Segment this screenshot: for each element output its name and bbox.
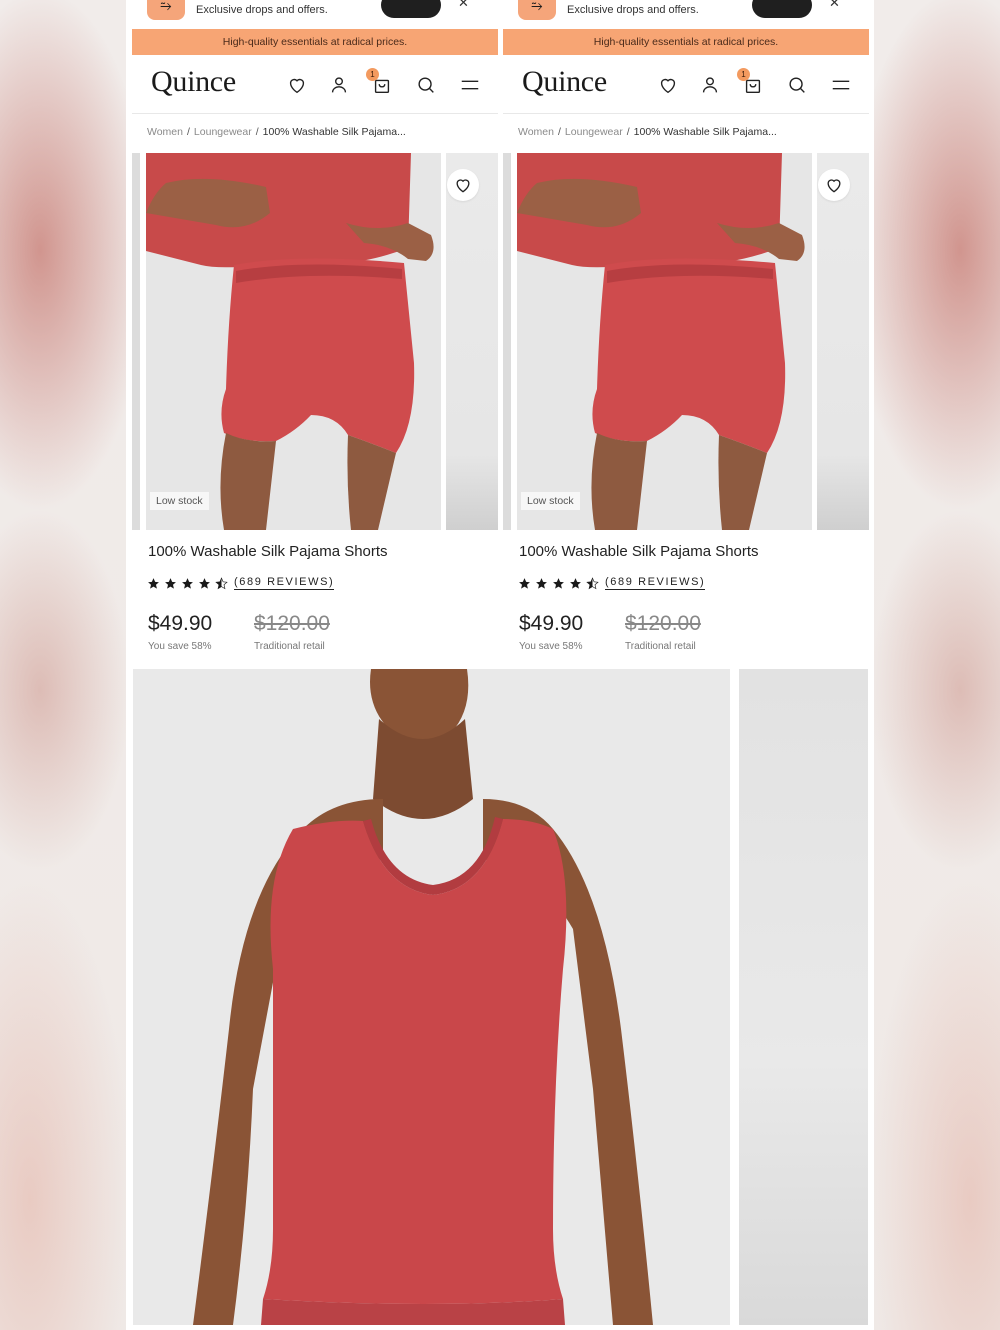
retail-price: $120.00 <box>254 612 330 635</box>
cart-count-badge: 1 <box>366 68 379 81</box>
star-icon <box>182 577 193 589</box>
product-image[interactable] <box>146 153 441 530</box>
breadcrumb-women[interactable]: Women <box>147 126 183 138</box>
star-icon <box>165 577 176 589</box>
star-icon <box>536 577 547 589</box>
app-banner: ⥲ Exclusive drops and offers. ✕ <box>132 0 498 28</box>
promo-bar: High-quality essentials at radical price… <box>503 29 869 55</box>
half-star-icon <box>215 576 228 589</box>
promo-bar: High-quality essentials at radical price… <box>132 29 498 55</box>
savings-text: You save 58% <box>519 641 583 652</box>
star-icon <box>148 577 159 589</box>
brand-logo[interactable]: Quince <box>522 65 607 99</box>
retail-label: Traditional retail <box>254 641 325 652</box>
wishlist-button[interactable] <box>447 169 479 201</box>
product-image-large[interactable] <box>133 669 730 1325</box>
product-image[interactable] <box>517 153 812 530</box>
product-rating: (689 REVIEWS) <box>518 576 706 590</box>
low-stock-badge: Low stock <box>150 492 209 510</box>
next-image-peek[interactable] <box>739 669 868 1325</box>
open-app-button[interactable] <box>752 0 812 18</box>
app-logo-icon: ⥲ <box>147 0 185 20</box>
wishlist-button[interactable] <box>818 169 850 201</box>
star-rating <box>147 576 228 590</box>
star-icon <box>570 577 581 589</box>
sale-price: $49.90 <box>519 612 584 635</box>
close-icon[interactable]: ✕ <box>458 0 469 11</box>
app-banner-text: Exclusive drops and offers. <box>196 4 328 16</box>
previous-image-peek[interactable] <box>503 153 511 530</box>
previous-image-peek[interactable] <box>132 153 140 530</box>
screenshot-frame: ⥲ Exclusive drops and offers. ✕ High-qua… <box>126 0 874 1330</box>
star-rating <box>518 576 599 590</box>
reviews-link[interactable]: (689 REVIEWS) <box>605 576 706 590</box>
breadcrumb: Women / Loungewear/100% Washable Silk Paja… <box>518 126 777 138</box>
account-icon[interactable] <box>699 74 721 96</box>
breadcrumb-current: 100% Washable Silk Pajama... <box>262 126 406 138</box>
breadcrumb-current: 100% Washable Silk Pajama... <box>633 126 777 138</box>
account-icon[interactable] <box>328 74 350 96</box>
star-icon <box>199 577 210 589</box>
low-stock-badge: Low stock <box>521 492 580 510</box>
star-icon <box>553 577 564 589</box>
menu-icon[interactable] <box>459 74 481 96</box>
heart-icon[interactable] <box>286 74 308 96</box>
retail-label: Traditional retail <box>625 641 696 652</box>
star-icon <box>519 577 530 589</box>
breadcrumb: Women / Loungewear/100% Washable Silk Paja… <box>147 126 406 138</box>
menu-icon[interactable] <box>830 74 852 96</box>
breadcrumb-loungewear[interactable]: Loungewear <box>565 126 623 138</box>
sale-price: $49.90 <box>148 612 213 635</box>
brand-logo[interactable]: Quince <box>151 65 236 99</box>
heart-icon[interactable] <box>657 74 679 96</box>
breadcrumb-loungewear[interactable]: Loungewear <box>194 126 252 138</box>
site-header: Quince 1 <box>503 56 869 114</box>
next-image-peek[interactable] <box>446 153 498 530</box>
app-banner: ⥲ Exclusive drops and offers. ✕ <box>503 0 869 28</box>
cart-count-badge: 1 <box>737 68 750 81</box>
close-icon[interactable]: ✕ <box>829 0 840 11</box>
breadcrumb-women[interactable]: Women <box>518 126 554 138</box>
search-icon[interactable] <box>786 74 808 96</box>
product-rating: (689 REVIEWS) <box>147 576 335 590</box>
product-view-left: ⥲ Exclusive drops and offers. ✕ High-qua… <box>132 0 498 668</box>
retail-price: $120.00 <box>625 612 701 635</box>
next-image-peek[interactable] <box>817 153 869 530</box>
site-header: Quince 1 <box>132 56 498 114</box>
heart-icon <box>456 179 470 193</box>
product-name: 100% Washable Silk Pajama Shorts <box>519 543 759 560</box>
product-name: 100% Washable Silk Pajama Shorts <box>148 543 388 560</box>
half-star-icon <box>586 576 599 589</box>
app-banner-text: Exclusive drops and offers. <box>567 4 699 16</box>
product-view-right: ⥲ Exclusive drops and offers. ✕ High-qua… <box>503 0 869 668</box>
reviews-link[interactable]: (689 REVIEWS) <box>234 576 335 590</box>
heart-icon <box>827 179 841 193</box>
search-icon[interactable] <box>415 74 437 96</box>
app-logo-icon: ⥲ <box>518 0 556 20</box>
savings-text: You save 58% <box>148 641 212 652</box>
open-app-button[interactable] <box>381 0 441 18</box>
